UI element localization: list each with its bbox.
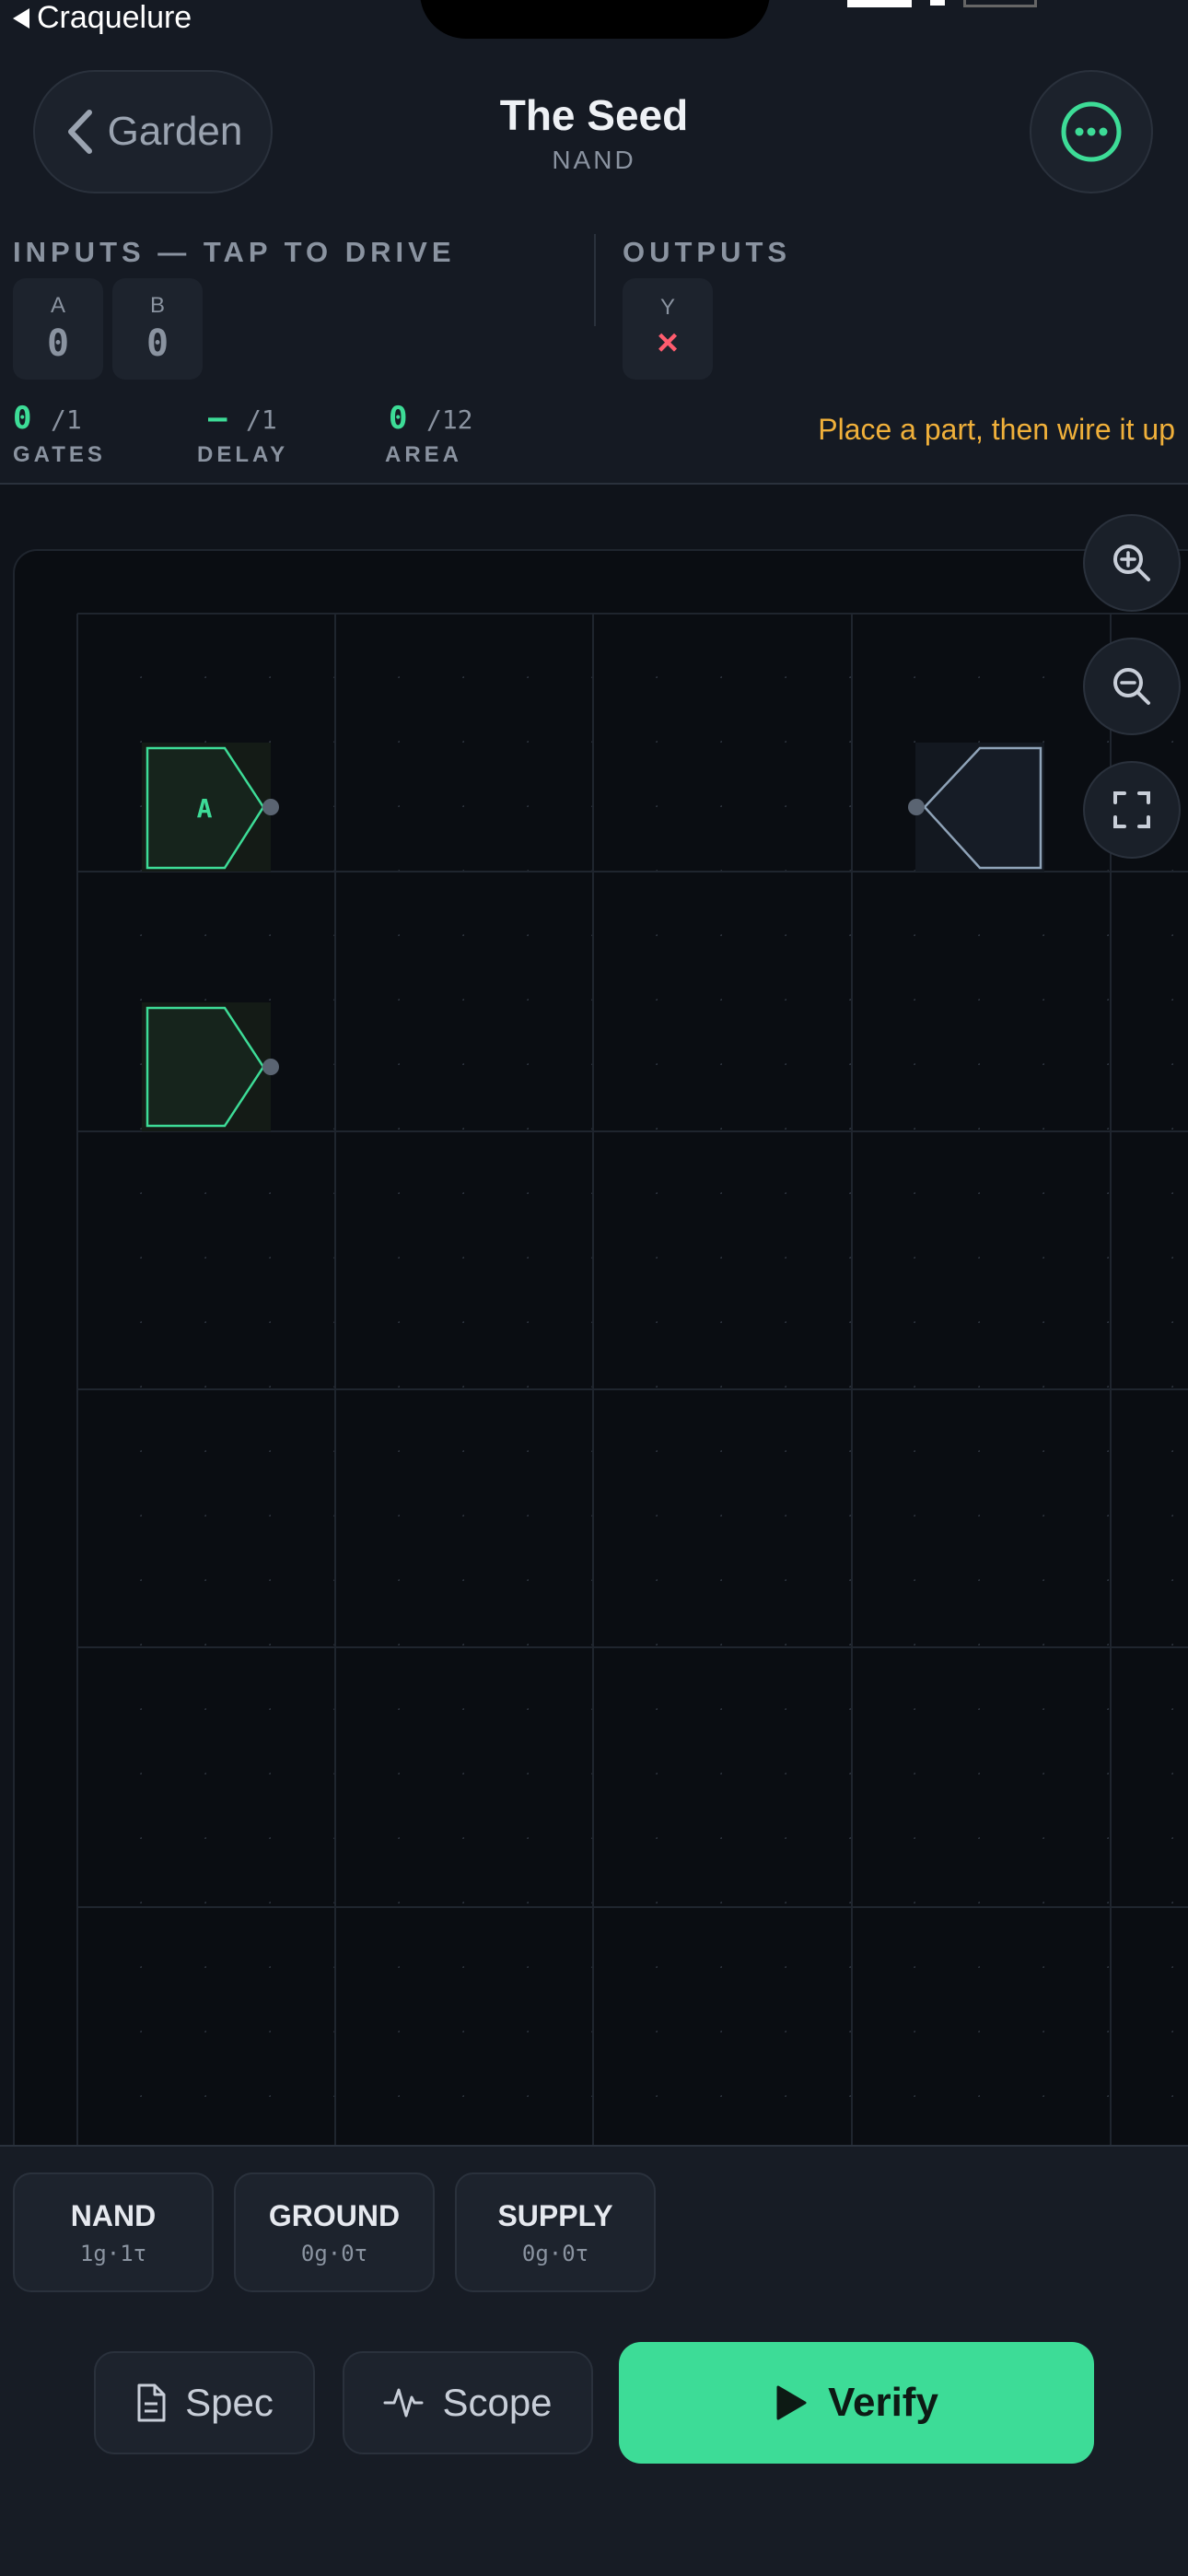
play-icon bbox=[776, 2385, 807, 2420]
pin-a-connector[interactable] bbox=[262, 799, 279, 815]
spec-button[interactable]: Spec bbox=[94, 2351, 315, 2454]
part-nand-cost: 1g·1τ bbox=[79, 2240, 147, 2266]
input-pin-a-label: A bbox=[197, 793, 213, 824]
part-supply-name: SUPPLY bbox=[497, 2198, 613, 2232]
waveform-icon bbox=[383, 2388, 424, 2418]
part-ground[interactable]: GROUND 0g·0τ bbox=[234, 2172, 435, 2292]
part-ground-name: GROUND bbox=[268, 2198, 401, 2232]
scope-label: Scope bbox=[442, 2381, 553, 2424]
scope-button[interactable]: Scope bbox=[343, 2351, 593, 2454]
zoom-out-icon bbox=[1113, 668, 1150, 705]
part-ground-cost: 0g·0τ bbox=[300, 2240, 368, 2266]
part-supply[interactable]: SUPPLY 0g·0τ bbox=[455, 2172, 656, 2292]
fit-to-screen-button[interactable] bbox=[1083, 761, 1181, 859]
circuit-grid: A bbox=[76, 613, 1188, 2145]
zoom-in-icon bbox=[1113, 544, 1150, 581]
expand-frame-icon bbox=[1113, 791, 1150, 828]
output-pin-y[interactable] bbox=[908, 743, 1044, 872]
zoom-out-button[interactable] bbox=[1083, 638, 1181, 735]
input-pin-b[interactable] bbox=[142, 1002, 279, 1131]
part-nand-name: NAND bbox=[70, 2198, 157, 2232]
zoom-in-button[interactable] bbox=[1083, 514, 1181, 612]
verify-button[interactable]: Verify bbox=[619, 2342, 1094, 2464]
part-nand[interactable]: NAND 1g·1τ bbox=[13, 2172, 214, 2292]
spec-label: Spec bbox=[185, 2381, 274, 2424]
verify-label: Verify bbox=[828, 2380, 938, 2425]
pin-b-connector[interactable] bbox=[262, 1059, 279, 1075]
pin-y-connector[interactable] bbox=[908, 799, 925, 815]
document-icon bbox=[137, 2383, 166, 2422]
input-pin-a[interactable]: A bbox=[142, 743, 279, 872]
part-supply-cost: 0g·0τ bbox=[521, 2240, 589, 2266]
